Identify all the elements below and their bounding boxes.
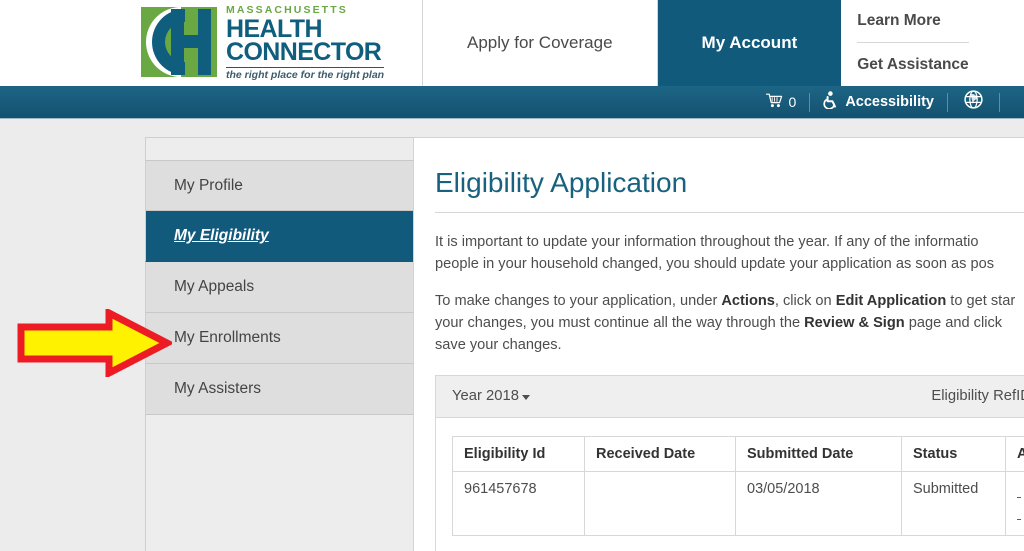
column-header-eligibility-id: Eligibility Id [452, 435, 585, 472]
health-connector-logo-mark [141, 7, 217, 77]
nav-item-get-assistance[interactable]: Get Assistance [857, 43, 968, 86]
utility-divider-3 [999, 92, 1000, 112]
p2-bold-edit-application: Edit Application [835, 293, 947, 310]
year-panel-header: Year 2018 Eligibility RefID: [436, 375, 1024, 418]
logo-tagline: the right place for the right plan [226, 69, 385, 82]
column-header-submitted-date: Submitted Date [735, 435, 902, 472]
eligibility-table-wrap: Eligibility Id Received Date Submitted D… [436, 418, 1024, 536]
logo-line-connector: CONNECTOR [226, 38, 382, 66]
sidebar-item-my-enrollments[interactable]: My Enrollments [145, 313, 414, 364]
globe-icon [964, 90, 983, 114]
sidebar-item-label: My Appeals [174, 278, 255, 295]
eligibility-refid-label: Eligibility RefID: [931, 388, 1024, 405]
p2-mid-2: to get star [946, 293, 1016, 310]
sidebar-item-label: My Profile [174, 176, 243, 194]
cell-actions [1005, 470, 1024, 536]
p2-line2-post: page and click [904, 315, 1003, 332]
cell-status: Submitted [901, 470, 1006, 536]
page-title: Eligibility Application [435, 167, 688, 198]
action-link-1[interactable] [1017, 481, 1024, 503]
eligibility-table: Eligibility Id Received Date Submitted D… [452, 435, 1024, 536]
site-logo[interactable]: MASSACHUSETTS HEALTH CONNECTOR the right… [0, 0, 423, 86]
accessibility-label: Accessibility [845, 94, 934, 110]
cart-button[interactable]: 0 [765, 93, 810, 111]
cell-eligibility-id: 961457678 [452, 470, 585, 536]
utility-bar: 0 Accessibility [0, 86, 1024, 119]
sidebar-item-my-assisters[interactable]: My Assisters [145, 364, 414, 415]
table-row: 961457678 03/05/2018 Submitted [452, 470, 1024, 536]
primary-navigation: Apply for Coverage My Account [423, 0, 842, 86]
year-dropdown-label: Year 2018 [452, 388, 519, 405]
sidebar-item-label: My Eligibility [174, 227, 269, 244]
p2-line2-pre: your changes, you must continue all the … [435, 315, 805, 332]
intro-paragraph-1-line1: It is important to update your informati… [435, 233, 979, 250]
p2-pre: To make changes to your application, und… [435, 293, 722, 310]
nav-item-my-account[interactable]: My Account [657, 0, 842, 86]
wheelchair-accessibility-icon [823, 91, 840, 113]
sidebar-item-my-appeals[interactable]: My Appeals [145, 262, 414, 313]
account-sidebar-menu: My Profile My Eligibility My Appeals My … [145, 160, 414, 415]
action-link-2[interactable] [1017, 503, 1024, 525]
what-is-year-application-heading: What is Year 2018 Application? [436, 536, 1024, 551]
page-root: MASSACHUSETTS HEALTH CONNECTOR the right… [0, 0, 1024, 551]
eligibility-year-panel: Year 2018 Eligibility RefID: Eligibility… [435, 374, 1024, 551]
p2-mid-1: , click on [774, 293, 836, 310]
sidebar-item-label: My Enrollments [174, 329, 281, 346]
nav-item-apply-for-coverage[interactable]: Apply for Coverage [423, 0, 658, 86]
logo-divider [226, 67, 385, 69]
nav-item-learn-more[interactable]: Learn More [857, 0, 969, 43]
p2-line3: save your changes. [435, 337, 562, 354]
accessibility-button[interactable]: Accessibility [810, 91, 947, 113]
site-header: MASSACHUSETTS HEALTH CONNECTOR the right… [0, 0, 1024, 86]
shopping-cart-icon [765, 93, 783, 111]
year-dropdown[interactable]: Year 2018 [452, 388, 530, 404]
sidebar-item-my-profile[interactable]: My Profile [145, 160, 414, 211]
table-header-row: Eligibility Id Received Date Submitted D… [452, 435, 1024, 472]
sidebar-item-label: My Assisters [174, 380, 261, 397]
main-content-panel: Eligibility Application It is important … [413, 137, 1024, 551]
cell-received-date [584, 470, 736, 536]
sidebar-item-my-eligibility[interactable]: My Eligibility [145, 211, 414, 262]
title-divider [435, 211, 1024, 213]
intro-paragraph-2: To make changes to your application, und… [435, 290, 1024, 357]
column-header-received-date: Received Date [584, 435, 736, 472]
cart-count: 0 [788, 94, 797, 110]
language-button[interactable] [948, 90, 999, 114]
p2-bold-review-sign: Review & Sign [804, 315, 905, 332]
column-header-status: Status [901, 435, 1006, 472]
page-body: My Profile My Eligibility My Appeals My … [0, 120, 1024, 551]
cell-submitted-date: 03/05/2018 [735, 470, 902, 536]
intro-paragraph-1-line2: people in your household changed, you sh… [435, 255, 995, 272]
caret-down-icon [521, 394, 530, 400]
secondary-navigation: Learn More Get Assistance [841, 0, 969, 86]
intro-paragraph-1: It is important to update your informati… [435, 231, 1024, 275]
p2-bold-actions: Actions [721, 293, 775, 310]
column-header-actions: A [1005, 435, 1024, 472]
